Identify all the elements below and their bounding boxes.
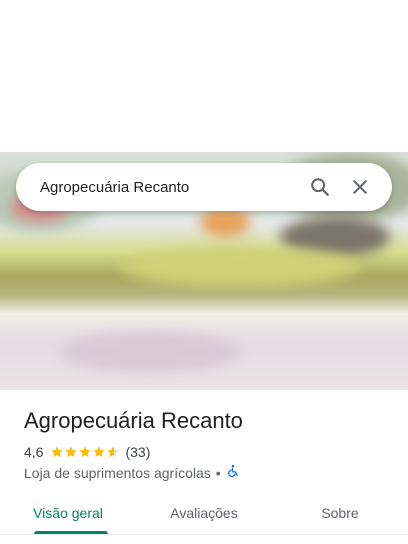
separator-dot: • bbox=[215, 464, 221, 481]
star-icon bbox=[79, 446, 92, 457]
rating-value: 4,6 bbox=[24, 444, 44, 460]
star-icon bbox=[65, 446, 78, 457]
wheelchair-icon bbox=[226, 464, 240, 481]
close-icon[interactable] bbox=[340, 167, 380, 207]
search-bar[interactable]: Agropecuária Recanto bbox=[16, 163, 392, 211]
tabs-divider bbox=[0, 534, 408, 535]
search-input[interactable]: Agropecuária Recanto bbox=[40, 179, 300, 196]
star-icon bbox=[51, 446, 64, 457]
star-half-icon bbox=[107, 446, 120, 457]
review-count[interactable]: (33) bbox=[125, 444, 150, 460]
rating-row[interactable]: 4,6 (33) bbox=[24, 444, 150, 460]
active-tab-indicator bbox=[34, 531, 108, 534]
tab-overview[interactable]: Visão geral bbox=[0, 496, 136, 536]
place-page: Agropecuária Recanto Agropecuária Recant… bbox=[0, 0, 408, 544]
rating-stars bbox=[50, 445, 120, 459]
tab-reviews[interactable]: Avaliações bbox=[136, 496, 272, 536]
place-tabs: Visão geral Avaliações Sobre bbox=[0, 496, 408, 536]
place-name: Agropecuária Recanto bbox=[24, 408, 243, 433]
search-icon[interactable] bbox=[300, 167, 340, 207]
category-row: Loja de suprimentos agrícolas • bbox=[24, 464, 240, 481]
place-category: Loja de suprimentos agrícolas bbox=[24, 464, 211, 481]
tab-about[interactable]: Sobre bbox=[272, 496, 408, 536]
star-icon bbox=[93, 446, 106, 457]
